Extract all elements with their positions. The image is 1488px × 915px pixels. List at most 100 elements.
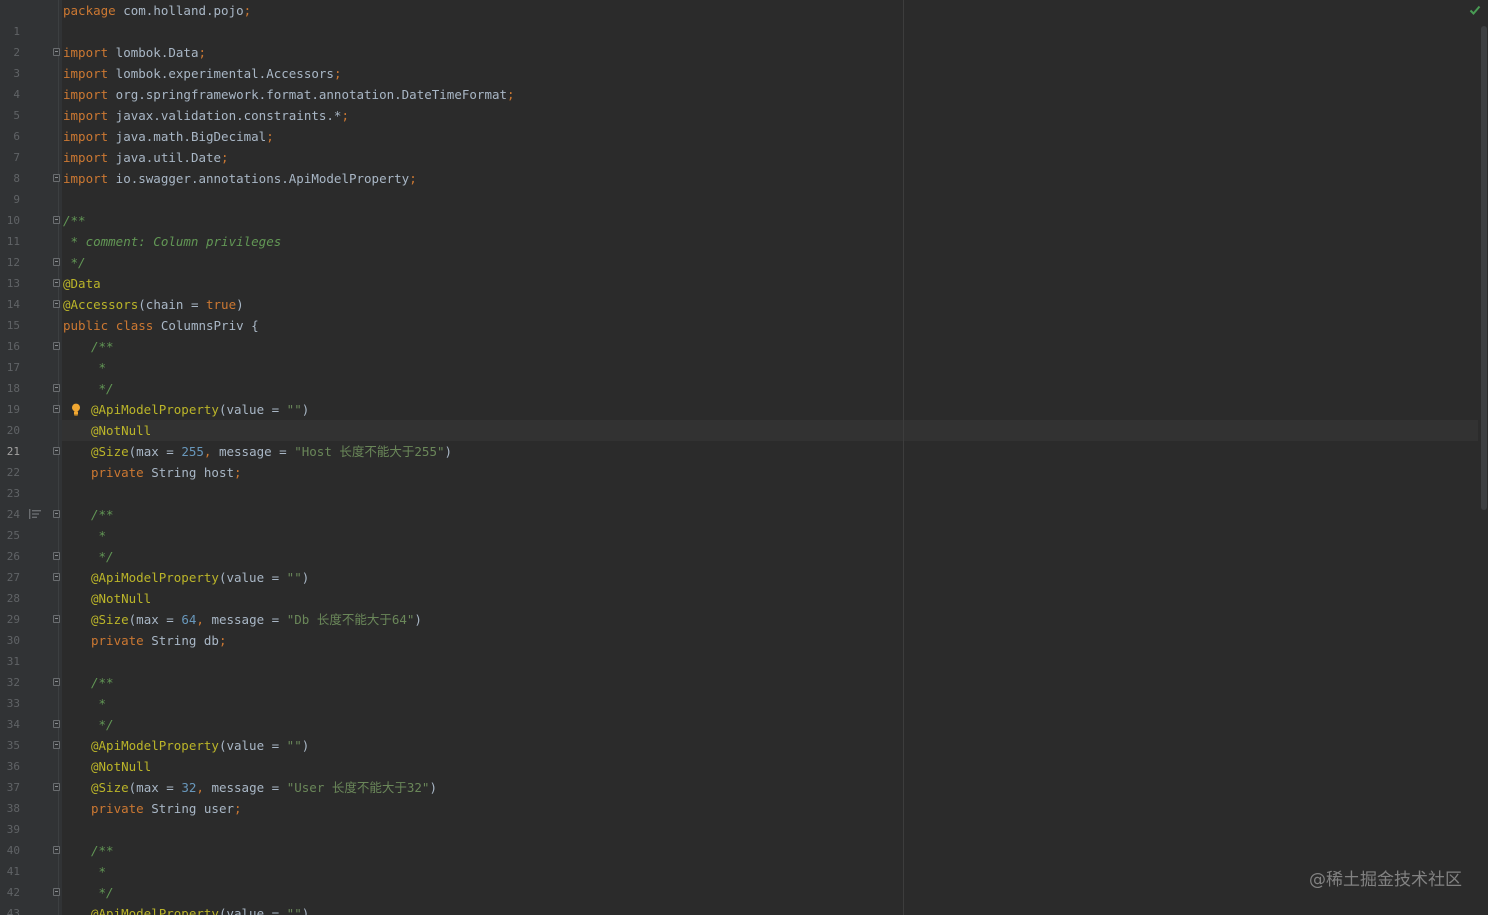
- line-text[interactable]: import javax.validation.constraints.*;: [63, 105, 349, 126]
- code-line[interactable]: 40: [0, 819, 1480, 857]
- code-lines[interactable]: 1 package com.holland.pojo; 2 3 import l…: [0, 0, 1480, 915]
- code-line[interactable]: 20 @ApiModelProperty(value = ""): [0, 399, 1480, 437]
- line-text[interactable]: @NotNull: [63, 588, 151, 609]
- code-line[interactable]: 44 @ApiModelProperty(value = ""): [0, 903, 1480, 915]
- fold-icon[interactable]: [53, 216, 60, 224]
- line-text[interactable]: import java.math.BigDecimal;: [63, 126, 274, 147]
- fold-icon[interactable]: [53, 447, 60, 455]
- fold-icon[interactable]: [53, 405, 60, 413]
- fold-icon[interactable]: [53, 48, 60, 56]
- line-text[interactable]: */: [63, 882, 114, 903]
- code-line[interactable]: 5 import org.springframework.format.anno…: [0, 84, 1480, 122]
- code-line[interactable]: 9 import io.swagger.annotations.ApiModel…: [0, 168, 1480, 206]
- line-text[interactable]: @ApiModelProperty(value = ""): [63, 903, 309, 915]
- line-text[interactable]: private String db;: [63, 630, 226, 651]
- fold-icon[interactable]: [53, 258, 60, 266]
- line-text[interactable]: /**: [63, 504, 114, 525]
- code-line[interactable]: 33 /**: [0, 672, 1480, 710]
- line-text[interactable]: @Accessors(chain = true): [63, 294, 244, 315]
- code-line[interactable]: 1 package com.holland.pojo;: [0, 0, 1480, 38]
- code-line[interactable]: 11 /**: [0, 210, 1480, 248]
- line-text[interactable]: /**: [63, 672, 114, 693]
- code-line[interactable]: 13 */: [0, 252, 1480, 290]
- checkmark-icon[interactable]: [1469, 4, 1481, 16]
- code-line[interactable]: 43 */: [0, 882, 1480, 915]
- code-line[interactable]: 25 /**: [0, 504, 1480, 542]
- line-text[interactable]: @ApiModelProperty(value = ""): [63, 399, 309, 420]
- code-line[interactable]: 24: [0, 483, 1480, 521]
- line-text[interactable]: import lombok.experimental.Accessors;: [63, 63, 341, 84]
- fold-icon[interactable]: [53, 174, 60, 182]
- code-line[interactable]: 27 */: [0, 546, 1480, 584]
- fold-icon[interactable]: [53, 510, 60, 518]
- line-text[interactable]: @Size(max = 64, message = "Db 长度不能大于64"): [63, 609, 422, 630]
- structure-icon[interactable]: [29, 509, 41, 519]
- code-line[interactable]: 37 @NotNull: [0, 756, 1480, 794]
- fold-icon[interactable]: [53, 384, 60, 392]
- code-line[interactable]: 18 *: [0, 357, 1480, 395]
- line-text[interactable]: */: [63, 546, 114, 567]
- code-line[interactable]: 7 import java.math.BigDecimal;: [0, 126, 1480, 164]
- fold-icon[interactable]: [53, 279, 60, 287]
- code-line[interactable]: 39 private String user;: [0, 798, 1480, 836]
- fold-icon[interactable]: [53, 300, 60, 308]
- fold-icon[interactable]: [53, 615, 60, 623]
- code-line[interactable]: 10: [0, 189, 1480, 227]
- code-line[interactable]: 26 *: [0, 525, 1480, 563]
- code-line[interactable]: 17 /**: [0, 336, 1480, 374]
- code-line[interactable]: 30 @Size(max = 64, message = "Db 长度不能大于6…: [0, 609, 1480, 647]
- line-text[interactable]: * comment: Column privileges: [63, 231, 282, 252]
- code-line[interactable]: 16 public class ColumnsPriv {: [0, 315, 1480, 353]
- code-line[interactable]: 22 @Size(max = 255, message = "Host 长度不能…: [0, 441, 1480, 479]
- line-text[interactable]: *: [63, 693, 107, 714]
- code-line[interactable]: 15 @Accessors(chain = true): [0, 294, 1480, 332]
- code-line[interactable]: 19 */: [0, 378, 1480, 416]
- fold-icon[interactable]: [53, 846, 60, 854]
- code-line[interactable]: 32: [0, 651, 1480, 689]
- code-editor[interactable]: 1 package com.holland.pojo; 2 3 import l…: [0, 0, 1488, 915]
- code-line[interactable]: 36 @ApiModelProperty(value = ""): [0, 735, 1480, 773]
- fold-icon[interactable]: [53, 888, 60, 896]
- code-line[interactable]: 29 @NotNull: [0, 588, 1480, 626]
- code-line[interactable]: 4 import lombok.experimental.Accessors;: [0, 63, 1480, 101]
- code-line[interactable]: 14 @Data: [0, 273, 1480, 311]
- fold-icon[interactable]: [53, 342, 60, 350]
- code-line[interactable]: 41 /**: [0, 840, 1480, 878]
- line-text[interactable]: import org.springframework.format.annota…: [63, 84, 515, 105]
- code-line[interactable]: 2: [0, 21, 1480, 59]
- line-text[interactable]: *: [63, 525, 107, 546]
- line-text[interactable]: @Data: [63, 273, 101, 294]
- line-text[interactable]: @Size(max = 255, message = "Host 长度不能大于2…: [63, 441, 452, 462]
- line-text[interactable]: *: [63, 357, 107, 378]
- line-text[interactable]: public class ColumnsPriv {: [63, 315, 259, 336]
- line-text[interactable]: */: [63, 714, 114, 735]
- code-line[interactable]: 23 private String host;: [0, 462, 1480, 500]
- code-line[interactable]: 8 import java.util.Date;: [0, 147, 1480, 185]
- line-text[interactable]: @Size(max = 32, message = "User 长度不能大于32…: [63, 777, 437, 798]
- line-text[interactable]: @NotNull: [63, 420, 151, 441]
- fold-icon[interactable]: [53, 678, 60, 686]
- line-text[interactable]: /**: [63, 210, 86, 231]
- fold-icon[interactable]: [53, 720, 60, 728]
- code-line[interactable]: 35 */: [0, 714, 1480, 752]
- line-text[interactable]: import java.util.Date;: [63, 147, 229, 168]
- code-line[interactable]: 3 import lombok.Data;: [0, 42, 1480, 80]
- code-line[interactable]: 28 @ApiModelProperty(value = ""): [0, 567, 1480, 605]
- line-text[interactable]: import io.swagger.annotations.ApiModelPr…: [63, 168, 417, 189]
- fold-icon[interactable]: [53, 741, 60, 749]
- line-text[interactable]: @ApiModelProperty(value = ""): [63, 567, 309, 588]
- fold-icon[interactable]: [53, 783, 60, 791]
- line-text[interactable]: @ApiModelProperty(value = ""): [63, 735, 309, 756]
- code-line[interactable]: 38 @Size(max = 32, message = "User 长度不能大…: [0, 777, 1480, 815]
- code-line[interactable]: 34 *: [0, 693, 1480, 731]
- fold-icon[interactable]: [53, 552, 60, 560]
- line-text[interactable]: */: [63, 252, 86, 273]
- code-line[interactable]: 12 * comment: Column privileges: [0, 231, 1480, 269]
- line-text[interactable]: /**: [63, 336, 114, 357]
- line-text[interactable]: package com.holland.pojo;: [63, 0, 251, 21]
- line-text[interactable]: import lombok.Data;: [63, 42, 206, 63]
- code-line[interactable]: 31 private String db;: [0, 630, 1480, 668]
- line-text[interactable]: private String user;: [63, 798, 242, 819]
- line-text[interactable]: private String host;: [63, 462, 242, 483]
- code-line[interactable]: 6 import javax.validation.constraints.*;: [0, 105, 1480, 143]
